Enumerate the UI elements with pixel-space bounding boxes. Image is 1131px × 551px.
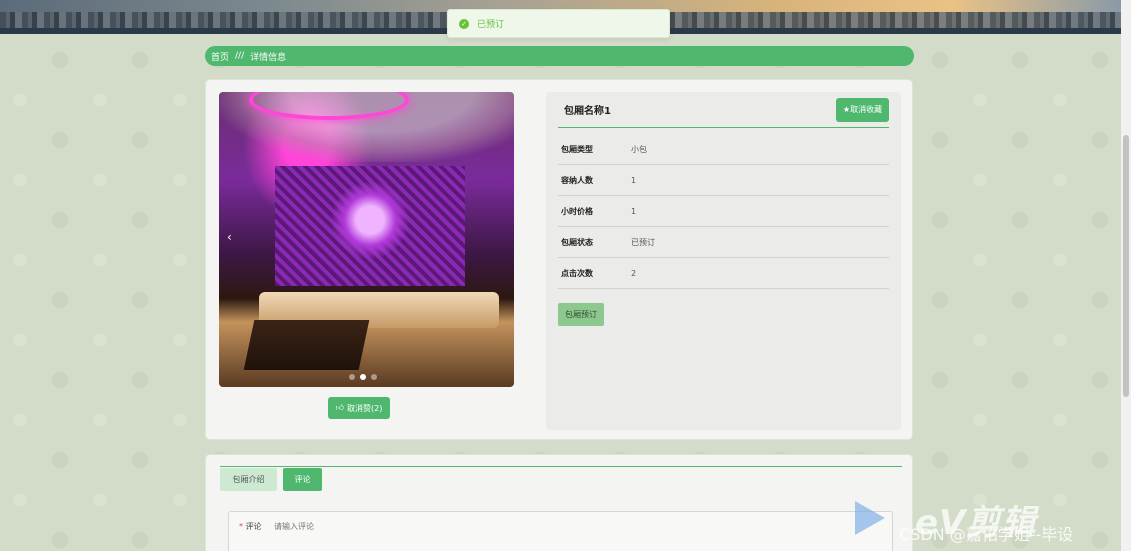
tab-intro-label: 包厢介绍 [232, 475, 265, 484]
detail-row: 点击次数 2 [558, 258, 889, 289]
tabs-card: 包厢介绍 评论 * 评论 [205, 454, 913, 551]
chevron-left-icon[interactable]: ‹ [227, 230, 232, 244]
favorite-button-label: ★取消收藏 [842, 105, 883, 114]
breadcrumb: 首页 /// 详情信息 [205, 46, 914, 66]
table-decoration [243, 320, 370, 370]
success-toast: ✓ 已预订 [447, 9, 670, 38]
detail-label: 小时价格 [561, 206, 593, 216]
carousel-indicators [349, 374, 377, 380]
carousel-dot[interactable] [371, 374, 377, 380]
detail-value: 2 [631, 268, 637, 278]
detail-row: 容纳人数 1 [558, 165, 889, 196]
like-button[interactable]: 👍︎ 取消赞(2) [328, 397, 390, 419]
thumbs-up-icon: 👍︎ [335, 403, 345, 412]
tab-comment[interactable]: 评论 [283, 468, 322, 491]
detail-value: 1 [631, 175, 637, 185]
favorite-button[interactable]: ★取消收藏 [836, 97, 889, 122]
disco-wall-decoration [275, 166, 465, 286]
detail-rows: 包厢类型 小包 容纳人数 1 小时价格 1 包厢状态 已预订 点击次数 2 [558, 134, 889, 289]
image-carousel[interactable]: ‹ [219, 92, 514, 387]
watermark-credit: CSDN @嘉佑学姐--毕设 [899, 525, 1074, 544]
check-circle-icon: ✓ [459, 18, 469, 29]
watermark-brand: eV剪辑 [915, 503, 1037, 543]
detail-label: 容纳人数 [561, 175, 593, 185]
detail-value: 1 [631, 206, 637, 216]
detail-title-row: 包厢名称1 ★取消收藏 [558, 92, 889, 128]
comment-label-text: 评论 [245, 522, 262, 531]
breadcrumb-current: 详情信息 [250, 52, 287, 63]
detail-label: 包厢状态 [561, 237, 593, 247]
tabs-divider [220, 466, 902, 467]
detail-value: 已预订 [631, 237, 655, 247]
tab-intro[interactable]: 包厢介绍 [220, 468, 277, 491]
comment-form: * 评论 [228, 511, 893, 551]
comment-label: * 评论 [239, 521, 262, 532]
detail-label: 包厢类型 [561, 144, 593, 154]
book-room-button[interactable]: 包厢预订 [558, 303, 604, 326]
breadcrumb-home[interactable]: 首页 [211, 50, 229, 63]
carousel-dot[interactable] [349, 374, 355, 380]
detail-row: 包厢状态 已预订 [558, 227, 889, 258]
carousel-dot-active[interactable] [360, 374, 366, 380]
detail-value: 小包 [631, 144, 647, 154]
detail-panel: 包厢名称1 ★取消收藏 包厢类型 小包 容纳人数 1 小时价格 1 包厢状态 已… [546, 92, 901, 430]
required-marker: * [239, 522, 243, 531]
detail-label: 点击次数 [561, 268, 593, 278]
room-title: 包厢名称1 [564, 106, 611, 117]
toast-text: 已预订 [477, 20, 505, 30]
detail-row: 包厢类型 小包 [558, 134, 889, 165]
tab-comment-label: 评论 [294, 475, 311, 484]
like-button-label: 取消赞(2) [347, 403, 383, 413]
scrollbar-thumb[interactable] [1123, 135, 1129, 397]
comment-input[interactable] [274, 518, 574, 534]
book-room-button-label: 包厢预订 [565, 310, 597, 319]
breadcrumb-separator: /// [235, 51, 245, 61]
detail-card: ‹ 👍︎ 取消赞(2) 包厢名称1 ★取消收藏 包厢类型 小包 容纳人数 1 小… [205, 79, 913, 440]
detail-row: 小时价格 1 [558, 196, 889, 227]
